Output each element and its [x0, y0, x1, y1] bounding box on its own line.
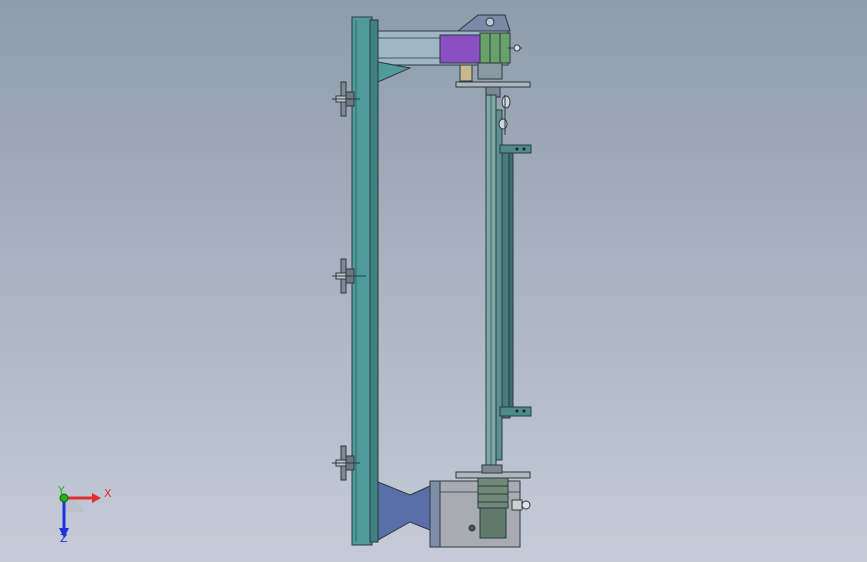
x-axis-label: X [104, 487, 112, 500]
cad-viewport[interactable]: X Y Z [0, 0, 867, 562]
main-column [351, 16, 379, 546]
bottom-pulley [455, 464, 531, 479]
y-axis-label: Y [57, 484, 65, 497]
z-axis-label: Z [60, 532, 68, 545]
cad-model-drawing: X Y Z [57, 14, 532, 548]
top-arm [377, 14, 522, 83]
